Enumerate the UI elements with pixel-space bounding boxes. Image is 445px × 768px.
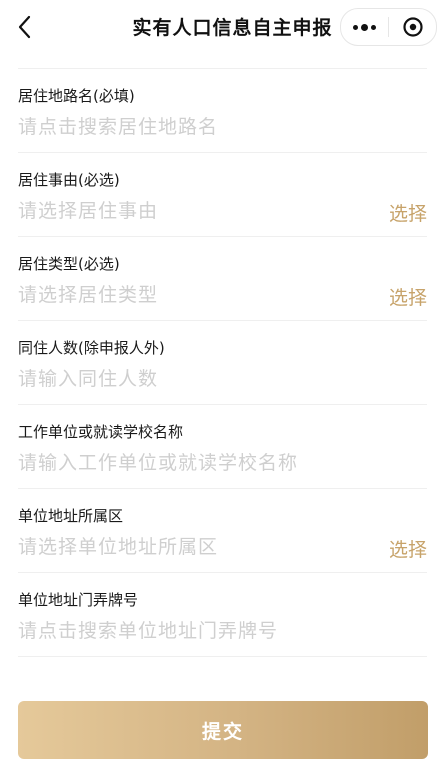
more-dot bbox=[371, 24, 376, 30]
field-residence-type: 居住类型(必选) 选择 bbox=[18, 237, 427, 321]
field-label: 居住地路名(必填) bbox=[18, 87, 135, 105]
field-employer-school: 工作单位或就读学校名称 bbox=[18, 405, 427, 489]
field-label: 单位地址所属区 bbox=[18, 507, 124, 525]
close-mini-program-button[interactable] bbox=[389, 9, 436, 45]
mini-program-capsule bbox=[340, 8, 437, 46]
residence-road-input[interactable] bbox=[18, 113, 358, 141]
field-employer-district: 单位地址所属区 选择 bbox=[18, 489, 427, 573]
employer-district-input[interactable] bbox=[18, 533, 358, 561]
field-label: 单位地址门弄牌号 bbox=[18, 591, 139, 609]
target-circle-icon bbox=[402, 17, 423, 37]
field-residence-road: 居住地路名(必填) bbox=[18, 69, 427, 153]
field-employer-door-number: 单位地址门弄牌号 bbox=[18, 573, 427, 657]
submit-button[interactable]: 提交 bbox=[18, 701, 428, 759]
field-cohabitant-count: 同住人数(除申报人外) bbox=[18, 321, 427, 405]
residence-reason-select-button[interactable]: 选择 bbox=[389, 199, 427, 226]
more-button[interactable] bbox=[341, 9, 388, 45]
declaration-form: 居住地路名(必填) 居住事由(必选) 选择 居住类型(必选) 选择 同住人数(除… bbox=[0, 69, 445, 657]
residence-reason-input[interactable] bbox=[18, 197, 358, 225]
employer-district-select-button[interactable]: 选择 bbox=[389, 535, 427, 562]
nav-bar: 实有人口信息自主申报 bbox=[0, 0, 445, 54]
residence-type-input[interactable] bbox=[18, 281, 358, 309]
employer-school-input[interactable] bbox=[18, 449, 358, 477]
field-label: 工作单位或就读学校名称 bbox=[18, 423, 184, 441]
cohabitant-count-input[interactable] bbox=[18, 365, 358, 393]
residence-type-select-button[interactable]: 选择 bbox=[389, 283, 427, 310]
more-dots-icon bbox=[353, 24, 358, 30]
field-label: 居住类型(必选) bbox=[18, 255, 120, 273]
field-label: 居住事由(必选) bbox=[18, 171, 120, 189]
more-dot bbox=[361, 23, 368, 31]
field-residence-reason: 居住事由(必选) 选择 bbox=[18, 153, 427, 237]
field-label: 同住人数(除申报人外) bbox=[18, 339, 165, 357]
employer-door-number-input[interactable] bbox=[18, 617, 358, 645]
